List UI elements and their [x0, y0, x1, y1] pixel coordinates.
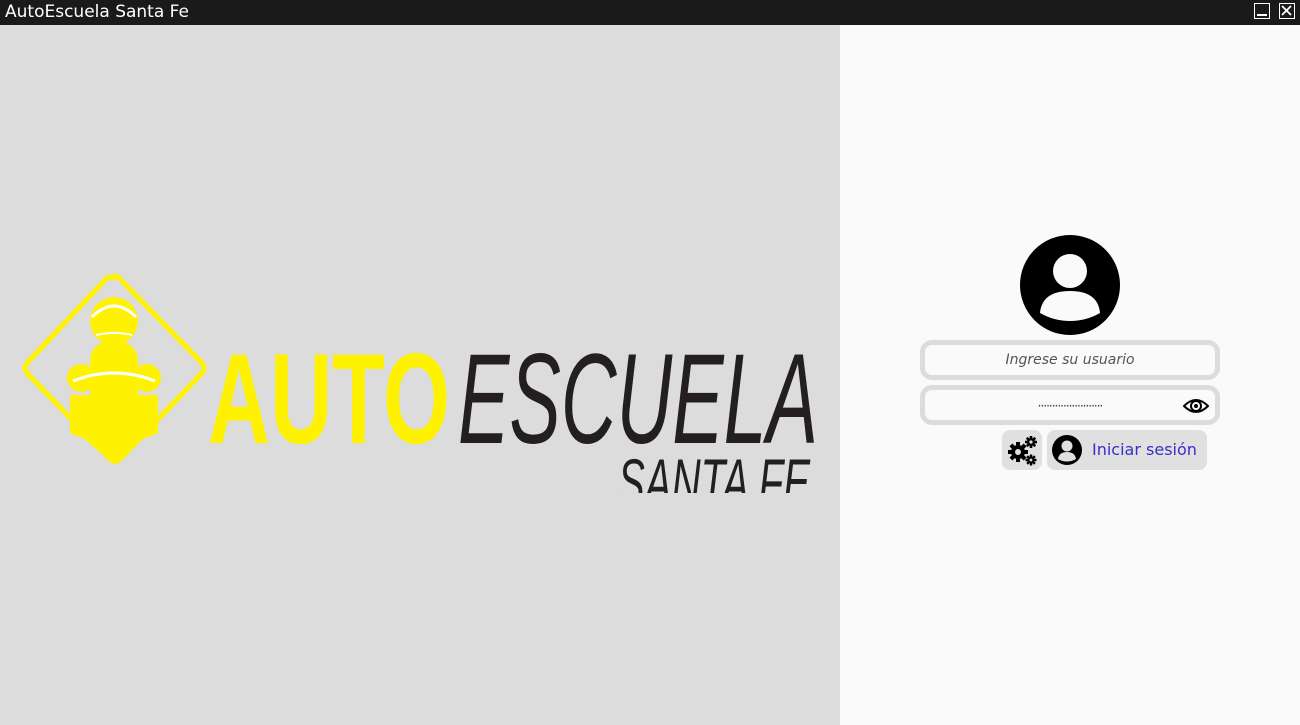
close-icon[interactable]: [1279, 3, 1295, 19]
autoescuela-logo: AUTO ESCUELA SANTA FE: [22, 273, 818, 493]
password-masked-value[interactable]: ·······················: [925, 399, 1215, 413]
login-button[interactable]: Iniciar sesión: [1047, 430, 1207, 470]
eye-icon[interactable]: [1183, 397, 1209, 415]
user-avatar-icon: [1020, 235, 1120, 335]
username-input[interactable]: [925, 345, 1215, 375]
branding-panel: AUTO ESCUELA SANTA FE: [0, 25, 840, 725]
window-title: AutoEscuela Santa Fe: [5, 2, 189, 22]
road-sign-icon: [22, 273, 207, 465]
login-button-label: Iniciar sesión: [1092, 440, 1197, 459]
logo-word-auto: AUTO: [208, 328, 450, 471]
gears-icon: [1008, 436, 1037, 466]
minimize-icon[interactable]: [1254, 3, 1270, 19]
window-titlebar: AutoEscuela Santa Fe: [0, 0, 1300, 25]
settings-button[interactable]: [1002, 430, 1042, 470]
login-panel: ·······················: [840, 25, 1300, 725]
password-field[interactable]: ·······················: [920, 385, 1220, 425]
logo-word-santa-fe: SANTA FE: [618, 445, 811, 493]
username-field[interactable]: [920, 340, 1220, 380]
user-icon: [1052, 435, 1082, 465]
